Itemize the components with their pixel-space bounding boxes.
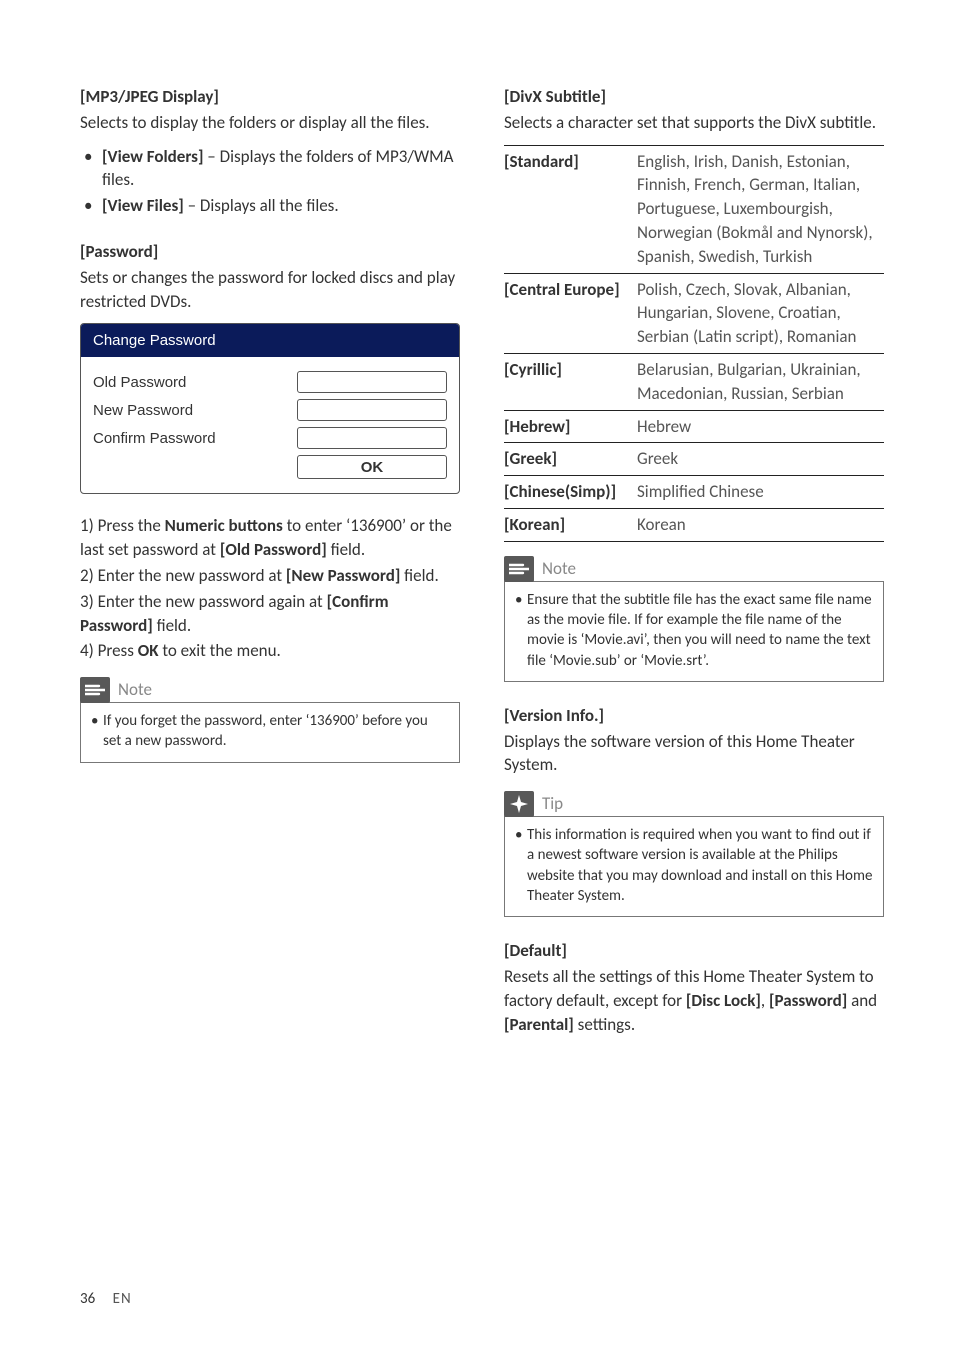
mp3-jpeg-section: [MP3/JPEG Display] Selects to display th…: [80, 85, 460, 218]
step-text: 4) Press: [80, 640, 138, 661]
charset-key: [Chinese(Simp)]: [504, 476, 637, 509]
charset-value: Hebrew: [637, 410, 884, 443]
password-heading: [Password]: [80, 240, 460, 264]
step-bold: [New Password]: [286, 565, 400, 586]
table-row: [Cyrillic]Belarusian, Bulgarian, Ukraini…: [504, 353, 884, 410]
subtitle-charset-table: [Standard]English, Irish, Danish, Estoni…: [504, 145, 884, 542]
step-bold: OK: [138, 640, 159, 661]
ok-button[interactable]: OK: [297, 455, 447, 479]
table-row: [Greek]Greek: [504, 443, 884, 476]
step-text: 2) Enter the new password at: [80, 565, 286, 586]
bold-text: [Password]: [769, 990, 847, 1011]
table-row: [Hebrew]Hebrew: [504, 410, 884, 443]
old-password-label: Old Password: [93, 372, 297, 393]
note-title: Note: [542, 557, 576, 581]
tip-icon: [504, 791, 534, 817]
step-text: 1) Press the: [80, 515, 165, 536]
option-label: [View Folders]: [102, 146, 203, 167]
mp3-options-list: [View Folders] – Displays the folders of…: [80, 145, 460, 218]
text: and: [847, 990, 877, 1011]
change-password-box: Change Password Old Password New Passwor…: [80, 323, 460, 494]
list-item: [View Files] – Displays all the files.: [102, 194, 460, 218]
text: settings.: [574, 1014, 635, 1035]
charset-value: Korean: [637, 508, 884, 541]
divx-heading: [DivX Subtitle]: [504, 85, 884, 109]
charset-key: [Standard]: [504, 145, 637, 273]
charset-key: [Greek]: [504, 443, 637, 476]
table-row: [Standard]English, Irish, Danish, Estoni…: [504, 145, 884, 273]
mp3-desc: Selects to display the folders or displa…: [80, 111, 460, 135]
table-row: [Central Europe]Polish, Czech, Slovak, A…: [504, 273, 884, 353]
charset-key: [Hebrew]: [504, 410, 637, 443]
charset-value: Greek: [637, 443, 884, 476]
step-text: field.: [400, 565, 438, 586]
step-bold: Numeric buttons: [165, 515, 283, 536]
default-desc: Resets all the settings of this Home The…: [504, 965, 884, 1036]
default-heading: [Default]: [504, 939, 884, 963]
charset-value: Belarusian, Bulgarian, Ukrainian, Macedo…: [637, 353, 884, 410]
password-note: Note If you forget the password, enter ‘…: [80, 677, 460, 763]
note-body: If you forget the password, enter ‘13690…: [103, 711, 449, 752]
note-title: Note: [118, 678, 152, 702]
charset-key: [Central Europe]: [504, 273, 637, 353]
step-bold: [Old Password]: [220, 539, 327, 560]
new-password-field[interactable]: [297, 399, 447, 421]
step-text: field.: [153, 615, 191, 636]
version-info-section: [Version Info.] Displays the software ve…: [504, 704, 884, 917]
table-row: [Chinese(Simp)]Simplified Chinese: [504, 476, 884, 509]
note-icon: [504, 556, 534, 582]
password-steps: 1) Press the Numeric buttons to enter ‘1…: [80, 514, 460, 663]
text: ,: [761, 990, 769, 1011]
version-desc: Displays the software version of this Ho…: [504, 730, 884, 778]
table-row: [Korean]Korean: [504, 508, 884, 541]
mp3-heading: [MP3/JPEG Display]: [80, 85, 460, 109]
charset-value: English, Irish, Danish, Estonian, Finnis…: [637, 145, 884, 273]
page-number: 36: [80, 1290, 95, 1308]
note-body: Ensure that the subtitle file has the ex…: [527, 590, 873, 671]
charset-value: Simplified Chinese: [637, 476, 884, 509]
default-section: [Default] Resets all the settings of thi…: [504, 939, 884, 1036]
divx-note: Note Ensure that the subtitle file has t…: [504, 556, 884, 682]
list-item: [View Folders] – Displays the folders of…: [102, 145, 460, 193]
tip-title: Tip: [542, 792, 563, 816]
version-tip: Tip This information is required when yo…: [504, 791, 884, 917]
new-password-label: New Password: [93, 400, 297, 421]
old-password-field[interactable]: [297, 371, 447, 393]
tip-body: This information is required when you wa…: [527, 825, 873, 906]
option-label: [View Files]: [102, 195, 184, 216]
version-heading: [Version Info.]: [504, 704, 884, 728]
step-text: 3) Enter the new password again at: [80, 591, 327, 612]
ok-label: OK: [361, 457, 384, 478]
divx-subtitle-section: [DivX Subtitle] Selects a character set …: [504, 85, 884, 682]
change-password-title: Change Password: [81, 324, 459, 357]
step-text: field.: [327, 539, 365, 560]
password-section: [Password] Sets or changes the password …: [80, 240, 460, 763]
bold-text: [Disc Lock]: [686, 990, 761, 1011]
confirm-password-label: Confirm Password: [93, 428, 297, 449]
page-footer: 36 EN: [80, 1289, 132, 1310]
charset-key: [Korean]: [504, 508, 637, 541]
note-icon: [80, 677, 110, 703]
confirm-password-field[interactable]: [297, 427, 447, 449]
language-code: EN: [113, 1290, 132, 1308]
option-desc: – Displays all the files.: [184, 195, 339, 216]
charset-key: [Cyrillic]: [504, 353, 637, 410]
divx-desc: Selects a character set that supports th…: [504, 111, 884, 135]
bold-text: [Parental]: [504, 1014, 574, 1035]
step-text: to exit the menu.: [159, 640, 281, 661]
password-desc: Sets or changes the password for locked …: [80, 266, 460, 314]
charset-value: Polish, Czech, Slovak, Albanian, Hungari…: [637, 273, 884, 353]
